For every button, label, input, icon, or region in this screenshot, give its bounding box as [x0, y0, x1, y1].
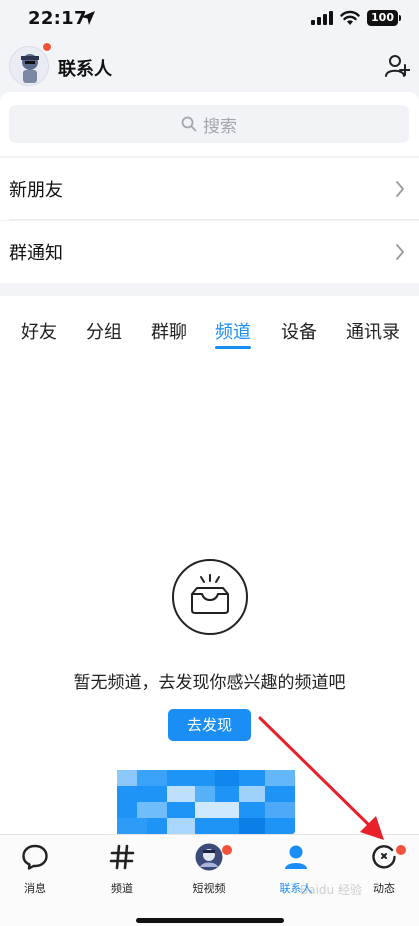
- nav-label: 消息: [24, 882, 46, 895]
- divider: [9, 219, 419, 220]
- row-new-friends[interactable]: 新朋友: [0, 158, 419, 220]
- person-icon: [285, 845, 307, 869]
- battery-nub: [399, 15, 401, 21]
- tab-friends[interactable]: 好友: [21, 318, 57, 344]
- search-input[interactable]: 搜索: [9, 105, 409, 143]
- hashtag-icon: [109, 844, 135, 870]
- refresh-circle-icon: [372, 845, 396, 869]
- feed-notification-dot: [396, 845, 406, 855]
- nav-label: 频道: [111, 882, 133, 895]
- watermark: Baidu 经验: [300, 883, 362, 897]
- nav-label: 短视频: [192, 882, 226, 895]
- wifi-icon: [340, 10, 360, 25]
- empty-inbox-icon: [172, 559, 248, 635]
- avatar-video-icon: [195, 843, 223, 871]
- nav-label: 动态: [373, 882, 395, 895]
- page-title: 联系人: [58, 59, 112, 80]
- chevron-right-icon: [396, 181, 404, 197]
- search-panel: 搜索: [0, 92, 419, 156]
- battery-indicator: 100: [367, 10, 398, 26]
- avatar-image: [10, 47, 48, 85]
- status-time: 22:17: [28, 8, 87, 29]
- chat-bubble-icon: [22, 844, 48, 870]
- avatar[interactable]: [9, 46, 49, 86]
- row-label: 群通知: [9, 243, 63, 264]
- tab-address-book[interactable]: 通讯录: [346, 318, 400, 344]
- status-bar: 22:17 100: [0, 0, 419, 38]
- active-tab-indicator: [215, 346, 251, 349]
- avatar-notification-dot: [42, 42, 52, 52]
- row-label: 新朋友: [9, 180, 63, 201]
- search-icon: [181, 116, 197, 132]
- nav-messages[interactable]: 消息: [5, 843, 65, 896]
- location-arrow-icon: [81, 11, 95, 25]
- add-friend-icon[interactable]: [384, 53, 410, 79]
- tab-group-chats[interactable]: 群聊: [151, 318, 187, 344]
- short-video-notification-dot: [222, 845, 232, 855]
- header: 联系人: [0, 38, 419, 92]
- tab-devices[interactable]: 设备: [281, 318, 317, 344]
- bottom-nav: 消息 频道 短视频 联系人 动态 Baidu 经验: [0, 834, 419, 926]
- discover-button[interactable]: 去发现: [168, 709, 251, 741]
- chevron-right-icon: [396, 244, 404, 260]
- home-indicator: [136, 918, 284, 923]
- empty-state-message: 暂无频道，去发现你感兴趣的频道吧: [73, 673, 346, 693]
- contacts-content: 好友 分组 群聊 频道 设备 通讯录 暂无频道，去发现你感兴趣的频道吧 去发现: [0, 296, 419, 842]
- mosaic-redacted-tooltip: [117, 770, 295, 834]
- tab-groups[interactable]: 分组: [86, 318, 122, 344]
- tab-channels[interactable]: 频道: [215, 318, 251, 344]
- search-placeholder: 搜索: [203, 116, 237, 137]
- row-group-notifications[interactable]: 群通知: [0, 221, 419, 283]
- nav-channels[interactable]: 频道: [92, 843, 152, 896]
- cellular-signal-icon: [311, 11, 333, 25]
